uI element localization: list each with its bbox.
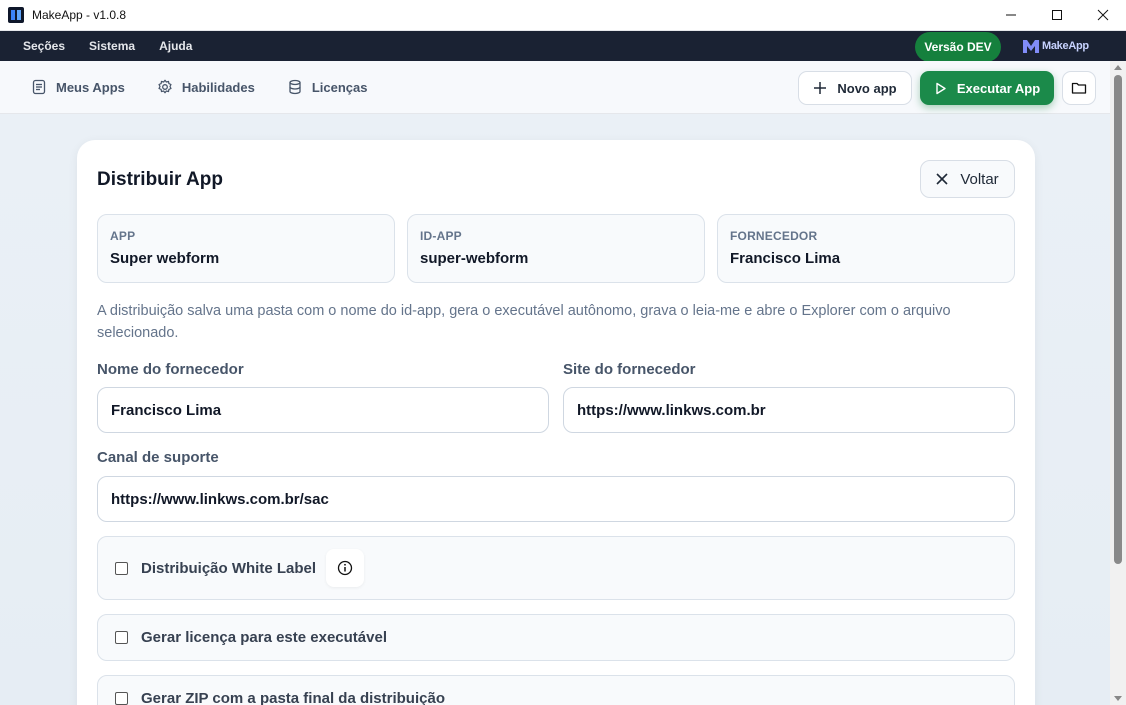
license-label: Gerar licença para este executável <box>141 629 387 646</box>
plus-icon <box>814 82 827 94</box>
menu-secoes[interactable]: Seções <box>23 39 65 53</box>
brand-text: MakeApp <box>1042 40 1089 52</box>
nav-licencas-label: Licenças <box>311 79 368 95</box>
white-label-option[interactable]: Distribuição White Label <box>97 536 1015 600</box>
scroll-up-arrow[interactable] <box>1114 65 1122 70</box>
info-icon <box>337 560 353 576</box>
license-option[interactable]: Gerar licença para este executável <box>97 614 1015 661</box>
database-icon <box>289 79 301 95</box>
run-app-label: Executar App <box>956 80 1041 96</box>
info-label: APP <box>110 229 136 243</box>
info-value: Super webform <box>110 250 220 267</box>
zip-checkbox[interactable] <box>115 692 128 705</box>
vendor-name-label: Nome do fornecedor <box>97 361 244 378</box>
open-folder-button[interactable] <box>1062 71 1096 105</box>
minimize-button[interactable] <box>988 0 1034 31</box>
play-icon <box>936 82 946 94</box>
zip-label: Gerar ZIP com a pasta final da distribui… <box>141 690 445 705</box>
zip-option[interactable]: Gerar ZIP com a pasta final da distribui… <box>97 675 1015 705</box>
vendor-name-input[interactable] <box>97 387 549 433</box>
minimize-icon <box>1006 14 1016 16</box>
info-label: ID-APP <box>420 229 462 243</box>
support-channel-label: Canal de suporte <box>97 449 219 466</box>
white-label-label: Distribuição White Label <box>141 559 317 577</box>
scroll-down-arrow[interactable] <box>1114 696 1122 701</box>
scroll-thumb[interactable] <box>1114 75 1122 564</box>
makeapp-logo-icon <box>1023 40 1039 53</box>
document-icon <box>32 79 46 95</box>
support-channel-input[interactable] <box>97 476 1015 522</box>
run-app-button[interactable]: Executar App <box>920 71 1054 105</box>
brand-logo: MakeApp <box>1022 38 1089 54</box>
nav-habilidades[interactable]: Habilidades <box>157 79 255 95</box>
white-label-info-button[interactable] <box>326 549 365 587</box>
gear-icon <box>158 79 172 94</box>
menu-sistema[interactable]: Sistema <box>89 39 135 53</box>
info-box-fornecedor: FORNECEDOR Francisco Lima <box>717 214 1015 283</box>
app-icon <box>8 7 24 23</box>
license-checkbox[interactable] <box>115 631 128 644</box>
dev-version-badge[interactable]: Versão DEV <box>915 32 1001 62</box>
nav-licencas[interactable]: Licenças <box>287 79 368 95</box>
folder-icon <box>1071 82 1087 94</box>
back-label: Voltar <box>960 170 999 188</box>
close-icon <box>1097 9 1109 21</box>
page-title: Distribuir App <box>97 169 223 190</box>
nav-meus-apps-label: Meus Apps <box>56 79 125 95</box>
description-text: A distribuição salva uma pasta com o nom… <box>97 303 951 341</box>
window-controls <box>988 0 1126 31</box>
menu-bar: Seções Sistema Ajuda Versão DEV MakeApp <box>0 31 1126 62</box>
toolbar: Meus Apps Habilidades Licenças Novo app … <box>0 61 1110 114</box>
white-label-checkbox[interactable] <box>115 561 128 575</box>
info-box-id-app: ID-APP super-webform <box>407 214 705 283</box>
info-box-app: APP Super webform <box>97 214 395 283</box>
window-title: MakeApp - v1.0.8 <box>32 8 127 22</box>
info-value: super-webform <box>420 250 529 267</box>
maximize-button[interactable] <box>1034 0 1080 31</box>
info-value: Francisco Lima <box>730 250 841 267</box>
distribute-card: Distribuir App Voltar APP Super webform … <box>77 140 1035 705</box>
title-bar: MakeApp - v1.0.8 <box>0 0 1126 31</box>
menu-ajuda[interactable]: Ajuda <box>159 39 192 53</box>
content-area: Distribuir App Voltar APP Super webform … <box>0 114 1110 705</box>
nav-habilidades-label: Habilidades <box>181 79 255 95</box>
nav-meus-apps[interactable]: Meus Apps <box>31 79 125 95</box>
info-label: FORNECEDOR <box>730 229 818 243</box>
new-app-button[interactable]: Novo app <box>798 71 912 105</box>
vendor-site-input[interactable] <box>563 387 1015 433</box>
maximize-icon <box>1052 10 1062 20</box>
new-app-label: Novo app <box>837 80 897 96</box>
back-button[interactable]: Voltar <box>920 160 1015 198</box>
close-button[interactable] <box>1080 0 1126 31</box>
vertical-scrollbar[interactable] <box>1110 61 1126 705</box>
close-icon <box>936 173 948 185</box>
vendor-site-label: Site do fornecedor <box>563 361 696 378</box>
